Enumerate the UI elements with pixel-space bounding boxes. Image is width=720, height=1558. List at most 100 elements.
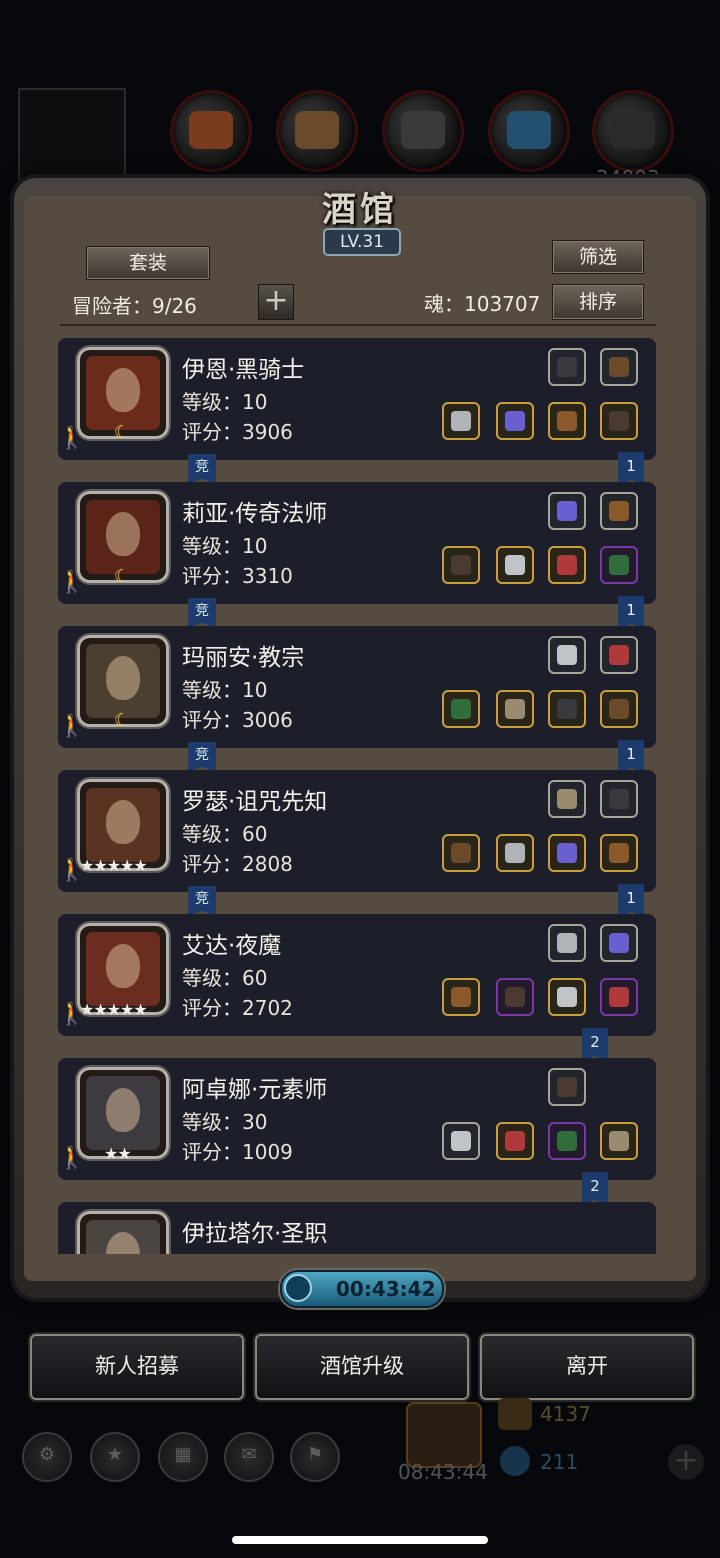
equipment-slot[interactable] <box>496 690 534 728</box>
equipment-slot[interactable] <box>548 348 586 386</box>
equipment-slot[interactable] <box>600 402 638 440</box>
hero-portrait[interactable] <box>80 1214 166 1254</box>
recruit-button[interactable]: 新人招募 <box>30 1334 244 1400</box>
equipment-item-icon <box>557 843 577 863</box>
equipment-slot[interactable] <box>496 546 534 584</box>
equipment-item-icon <box>609 699 629 719</box>
hero-name: 艾达·夜魔 <box>182 933 282 959</box>
equipment-slot[interactable] <box>442 978 480 1016</box>
hero-face <box>86 932 160 1006</box>
equipment-slot[interactable] <box>548 780 586 818</box>
team-number-tag: 2 <box>582 1172 608 1206</box>
building-icon[interactable]: ▦ <box>158 1432 208 1482</box>
hero-face <box>86 644 160 718</box>
equipment-item-icon <box>609 933 629 953</box>
hero-level: 等级：10 <box>182 678 268 702</box>
equipment-slot[interactable] <box>496 978 534 1016</box>
hero-score: 评分：3310 <box>182 564 293 588</box>
equipment-slot[interactable] <box>600 690 638 728</box>
equipment-slot[interactable] <box>600 492 638 530</box>
gem-icon <box>500 1446 530 1476</box>
equipment-slot[interactable] <box>548 1068 586 1106</box>
resource-meat-icon[interactable] <box>170 90 252 172</box>
gift-box-icon[interactable] <box>406 1402 482 1468</box>
equipment-slot[interactable] <box>600 348 638 386</box>
equipment-item-icon <box>557 1077 577 1097</box>
equipment-slot[interactable] <box>548 924 586 962</box>
moon-badge-icon: ☾ <box>114 422 131 443</box>
equipment-item-icon <box>505 411 525 431</box>
equipment-slot[interactable] <box>548 636 586 674</box>
equipment-slot[interactable] <box>548 834 586 872</box>
equipment-slot[interactable] <box>548 546 586 584</box>
equipment-slot[interactable] <box>442 1122 480 1160</box>
equipment-slot[interactable] <box>442 546 480 584</box>
equipment-item-icon <box>609 987 629 1007</box>
hero-card[interactable]: 🚶 ★★ 阿卓娜·元素师 等级：30 评分：1009 <box>58 1058 656 1180</box>
resource-wood-icon[interactable] <box>276 90 358 172</box>
equipment-slot[interactable] <box>496 1122 534 1160</box>
add-currency-button[interactable]: + <box>668 1444 704 1480</box>
equipment-slot[interactable] <box>548 402 586 440</box>
equipment-item-icon <box>557 699 577 719</box>
team-number-tag: 1 <box>618 452 644 486</box>
equipment-slot[interactable] <box>548 1122 586 1160</box>
resource-iron-icon[interactable] <box>382 90 464 172</box>
leave-button[interactable]: 离开 <box>480 1334 694 1400</box>
sort-button[interactable]: 排序 <box>552 284 644 320</box>
equipment-slot[interactable] <box>548 978 586 1016</box>
resource-crystal-icon[interactable] <box>488 90 570 172</box>
equipment-item-icon <box>557 555 577 575</box>
hud-clock: 08:43:44 <box>398 1460 488 1484</box>
hero-card[interactable]: 🚶 ☾ 玛丽安·教宗 等级：10 评分：3006 <box>58 626 656 748</box>
outfit-button[interactable]: 套装 <box>86 246 210 280</box>
equipment-slot[interactable] <box>442 690 480 728</box>
equipment-slot[interactable] <box>496 834 534 872</box>
filter-button[interactable]: 筛选 <box>552 240 644 274</box>
star-rating: ★★★★★ <box>80 856 148 875</box>
hero-figure-icon: 🚶 <box>58 1146 86 1171</box>
equipment-slot[interactable] <box>600 636 638 674</box>
hero-score: 评分：3906 <box>182 420 293 444</box>
equipment-slot[interactable] <box>442 834 480 872</box>
equipment-item-icon <box>557 933 577 953</box>
equipment-slot[interactable] <box>548 690 586 728</box>
equipment-slot[interactable] <box>442 402 480 440</box>
hero-score: 评分：1009 <box>182 1140 293 1164</box>
hero-level: 等级：60 <box>182 966 268 990</box>
achievement-star-icon[interactable]: ★ <box>90 1432 140 1482</box>
player-portrait[interactable] <box>18 88 126 184</box>
equipment-item-icon <box>609 357 629 377</box>
gold-amount: 4137 <box>540 1402 591 1426</box>
tavern-upgrade-button[interactable]: 酒馆升级 <box>255 1334 469 1400</box>
soul-count: 魂：103707 <box>424 292 541 316</box>
equipment-slot[interactable] <box>496 402 534 440</box>
equipment-item-icon <box>557 987 577 1007</box>
equipment-slot[interactable] <box>548 492 586 530</box>
hero-list[interactable]: 🚶 ☾ 伊恩·黑骑士 等级：10 评分：3906 竞 1 🚶 ☾ 莉亚·传奇法师 等级：10 评分：3… <box>58 338 656 1254</box>
equipment-item-icon <box>557 1131 577 1151</box>
hero-card[interactable]: 🚶 ☾ 莉亚·传奇法师 等级：10 评分：3310 <box>58 482 656 604</box>
clock-icon <box>284 1274 312 1302</box>
equipment-slot[interactable] <box>600 546 638 584</box>
equipment-slot[interactable] <box>600 1122 638 1160</box>
hero-card[interactable]: 伊拉塔尔·圣职 <box>58 1202 656 1254</box>
add-adventurer-slot-button[interactable]: + <box>258 284 294 320</box>
hero-level: 等级：10 <box>182 390 268 414</box>
home-indicator <box>232 1536 488 1544</box>
handshake-icon[interactable]: ⚑ <box>290 1432 340 1482</box>
hero-name: 玛丽安·教宗 <box>182 645 305 671</box>
hero-figure-icon: 🚶 <box>58 426 86 451</box>
hero-card[interactable]: 🚶 ★★★★★ 艾达·夜魔 等级：60 评分：2702 <box>58 914 656 1036</box>
resource-stone-icon[interactable] <box>592 90 674 172</box>
hero-card[interactable]: 🚶 ☾ 伊恩·黑骑士 等级：10 评分：3906 <box>58 338 656 460</box>
competitive-tag: 竞 <box>188 886 216 916</box>
mail-icon[interactable]: ✉ <box>224 1432 274 1482</box>
hero-card[interactable]: 🚶 ★★★★★ 罗瑟·诅咒先知 等级：60 评分：2808 <box>58 770 656 892</box>
settings-gear-icon[interactable]: ⚙ <box>22 1432 72 1482</box>
equipment-slot[interactable] <box>600 834 638 872</box>
equipment-slot[interactable] <box>600 924 638 962</box>
equipment-slot[interactable] <box>600 978 638 1016</box>
hero-name: 伊拉塔尔·圣职 <box>182 1221 328 1247</box>
equipment-slot[interactable] <box>600 780 638 818</box>
